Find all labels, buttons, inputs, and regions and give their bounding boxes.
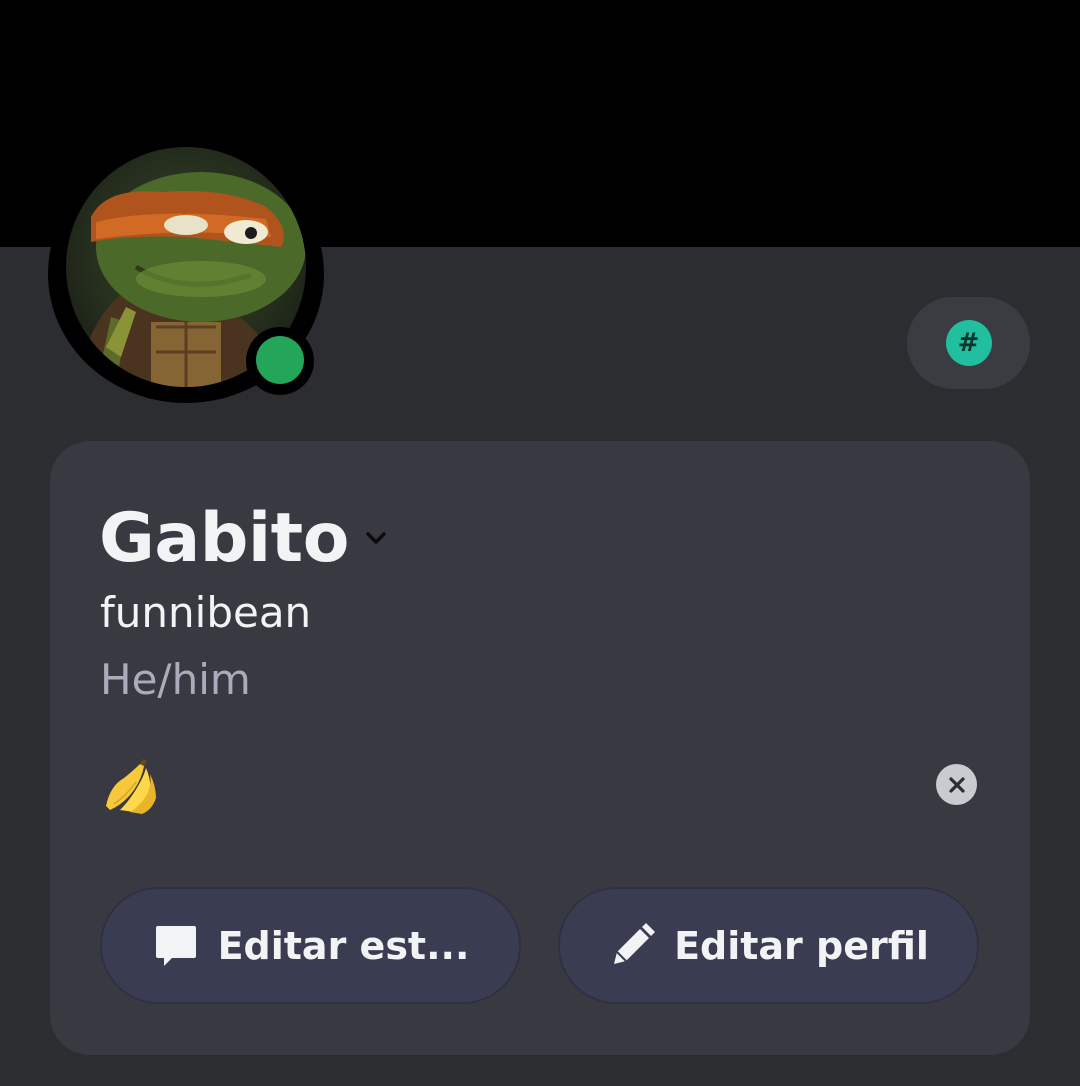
username: funnibean <box>100 588 312 637</box>
nitro-badge-button[interactable]: # <box>907 297 1030 389</box>
pronouns: He/him <box>100 655 251 704</box>
chevron-down-icon[interactable] <box>363 525 389 551</box>
edit-status-button[interactable]: Editar est... <box>100 887 521 1004</box>
clear-status-button[interactable] <box>936 764 977 805</box>
banana-emoji-icon <box>100 756 160 816</box>
hashtag-badge-icon: # <box>945 320 992 366</box>
edit-status-label: Editar est... <box>217 923 470 968</box>
edit-profile-button[interactable]: Editar perfil <box>558 887 979 1004</box>
display-name-row[interactable]: Gabito <box>99 498 389 578</box>
edit-profile-label: Editar perfil <box>674 923 929 968</box>
display-name: Gabito <box>99 498 349 578</box>
close-icon <box>948 776 965 793</box>
speech-bubble-icon <box>152 922 200 970</box>
pencil-icon <box>608 922 656 970</box>
online-status-indicator <box>256 336 304 384</box>
